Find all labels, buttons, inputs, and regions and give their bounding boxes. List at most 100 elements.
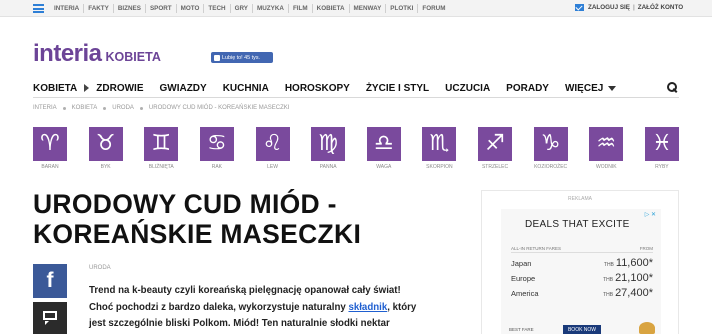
- ad-destination: Europe: [511, 274, 536, 283]
- portal-link-gry[interactable]: GRY: [229, 4, 252, 13]
- facebook-icon: f: [46, 269, 54, 292]
- portal-link-biznes[interactable]: BIZNES: [112, 4, 145, 13]
- breadcrumb-kobieta[interactable]: KOBIETA: [72, 105, 98, 111]
- ad-table-header: ALL-IN RETURN FARES FROM: [511, 246, 653, 253]
- article-section[interactable]: URODA: [89, 265, 111, 271]
- portal-link-sport[interactable]: SPORT: [144, 4, 176, 13]
- facebook-share-button[interactable]: f: [33, 264, 67, 298]
- scorpio-icon: ♏: [422, 127, 457, 161]
- breadcrumb-uroda[interactable]: URODA: [112, 105, 134, 111]
- zodiac-ryby[interactable]: ♓ RYBY: [644, 127, 679, 170]
- portal-link-forum[interactable]: FORUM: [417, 4, 449, 13]
- leo-icon: ♌: [255, 127, 290, 161]
- nav-item-wiecej[interactable]: WIĘCEJ: [564, 82, 617, 94]
- zodiac-label: PANNA: [319, 164, 337, 170]
- portal-link-moto[interactable]: MOTO: [175, 4, 204, 13]
- zodiac-lew[interactable]: ♌ LEW: [255, 127, 290, 170]
- ad-price: 21,100*: [615, 272, 653, 284]
- breadcrumb-separator: [139, 106, 143, 110]
- zodiac-label: WODNIK: [595, 164, 617, 170]
- ad-row: America THB 27,400*: [511, 287, 653, 299]
- portal-link-interia[interactable]: INTERIA: [54, 4, 83, 13]
- virgo-icon: ♍: [311, 127, 346, 161]
- separator: |: [632, 4, 635, 11]
- register-link[interactable]: ZAŁÓŻ KONTO: [638, 4, 683, 11]
- ad-banner[interactable]: ▷ ✕ DEALS THAT EXCITE ALL-IN RETURN FARE…: [501, 209, 661, 334]
- zodiac-label: RYBY: [655, 164, 669, 170]
- sagittarius-icon: ♐: [478, 127, 512, 161]
- nav-item-wiecej-label: WIĘCEJ: [564, 82, 604, 94]
- pisces-icon: ♓: [644, 127, 679, 161]
- mail-icon[interactable]: [575, 4, 584, 11]
- facebook-like-label: Lubię to! 45 tys.: [222, 54, 261, 61]
- gemini-icon: ♊: [144, 127, 179, 161]
- portal-link-tech[interactable]: TECH: [203, 4, 229, 13]
- zodiac-waga[interactable]: ♎ WAGA: [366, 127, 401, 170]
- ingredient-link[interactable]: składnik: [348, 302, 387, 313]
- zodiac-label: BLIŹNIĘTA: [148, 164, 174, 170]
- chevron-down-icon: [608, 85, 617, 91]
- nav-item-zdrowie[interactable]: ZDROWIE: [96, 83, 143, 94]
- zodiac-panna[interactable]: ♍ PANNA: [311, 127, 346, 170]
- breadcrumb-current: URODOWY CUD MIÓD - KOREAŃSKIE MASECZKI: [148, 105, 290, 111]
- breadcrumb: INTERIA KOBIETA URODA URODOWY CUD MIÓD -…: [33, 105, 289, 111]
- logo-kobieta: KOBIETA: [105, 50, 161, 64]
- share-bar: f: [33, 264, 67, 334]
- zodiac-skorpion[interactable]: ♏ SKORPION: [422, 127, 457, 170]
- zodiac-baran[interactable]: ♈ BARAN: [33, 127, 67, 170]
- zodiac-rak[interactable]: ♋ RAK: [199, 127, 234, 170]
- ad-book-button[interactable]: BOOK NOW: [563, 325, 601, 334]
- portal-link-plotki[interactable]: PLOTKI: [385, 4, 417, 13]
- breadcrumb-separator: [103, 106, 107, 110]
- comments-button[interactable]: [33, 302, 67, 334]
- menu-icon[interactable]: [33, 4, 44, 13]
- nav-item-gwiazdy[interactable]: GWIAZDY: [159, 83, 206, 94]
- article-lead: Trend na k-beauty czyli koreańską pielęg…: [89, 283, 419, 334]
- zodiac-strzelec[interactable]: ♐ STRZELEC: [478, 127, 512, 170]
- ad-label: REKLAMA: [568, 196, 592, 202]
- zodiac-bliznieta[interactable]: ♊ BLIŹNIĘTA: [144, 127, 179, 170]
- nav-item-kuchnia[interactable]: KUCHNIA: [223, 83, 269, 94]
- zodiac-label: KOZIOROŻEC: [534, 164, 568, 170]
- login-link[interactable]: ZALOGUJ SIĘ: [588, 4, 630, 11]
- taurus-icon: ♉: [88, 127, 123, 161]
- breadcrumb-interia[interactable]: INTERIA: [33, 105, 57, 111]
- ad-price: 11,600*: [615, 257, 653, 269]
- search-icon[interactable]: [667, 82, 677, 92]
- airline-logo-icon: [639, 322, 655, 334]
- nav-item-horoskopy[interactable]: HOROSKOPY: [285, 83, 350, 94]
- capricorn-icon: ♑: [533, 127, 568, 161]
- site-logo[interactable]: interia KOBIETA: [33, 40, 161, 68]
- portal-link-film[interactable]: FILM: [287, 4, 312, 13]
- zodiac-koziorozec[interactable]: ♑ KOZIOROŻEC: [533, 127, 568, 170]
- top-bar: INTERIA FAKTY BIZNES SPORT MOTO TECH GRY…: [0, 0, 712, 17]
- portal-link-kobieta[interactable]: KOBIETA: [311, 4, 349, 13]
- ad-footer: BEST FARE: [509, 327, 534, 332]
- zodiac-wodnik[interactable]: ♒ WODNIK: [589, 127, 624, 170]
- ad-destination: America: [511, 289, 539, 298]
- nav-item-uczucia[interactable]: UCZUCIA: [445, 83, 490, 94]
- article-title-line1: URODOWY CUD MIÓD -: [33, 189, 337, 219]
- ad-title: DEALS THAT EXCITE: [525, 219, 630, 230]
- ad-row: Europe THB 21,100*: [511, 272, 653, 284]
- zodiac-byk[interactable]: ♉ BYK: [88, 127, 123, 170]
- portal-link-menway[interactable]: MENWAY: [348, 4, 386, 13]
- thumbs-up-icon: [214, 54, 220, 61]
- zodiac-label: WAGA: [376, 164, 392, 170]
- ad-header-from: FROM: [639, 246, 653, 251]
- main-nav: KOBIETA ZDROWIE GWIAZDY KUCHNIA HOROSKOP…: [33, 79, 679, 98]
- nav-item-zycie-i-styl[interactable]: ŻYCIE I STYL: [366, 83, 429, 94]
- ad-close-icon[interactable]: ▷ ✕: [645, 211, 656, 218]
- nav-item-kobieta[interactable]: KOBIETA: [33, 83, 77, 94]
- cancer-icon: ♋: [199, 127, 234, 161]
- aries-icon: ♈: [33, 127, 67, 161]
- facebook-like-button[interactable]: Lubię to! 45 tys.: [211, 52, 273, 63]
- ad-price: 27,400*: [615, 287, 653, 299]
- portal-link-muzyka[interactable]: MUZYKA: [252, 4, 288, 13]
- logo-interia: interia: [33, 40, 102, 67]
- libra-icon: ♎: [366, 127, 401, 161]
- zodiac-label: BYK: [100, 164, 111, 170]
- nav-item-porady[interactable]: PORADY: [506, 83, 549, 94]
- portal-link-fakty[interactable]: FAKTY: [83, 4, 113, 13]
- zodiac-label: LEW: [267, 164, 278, 170]
